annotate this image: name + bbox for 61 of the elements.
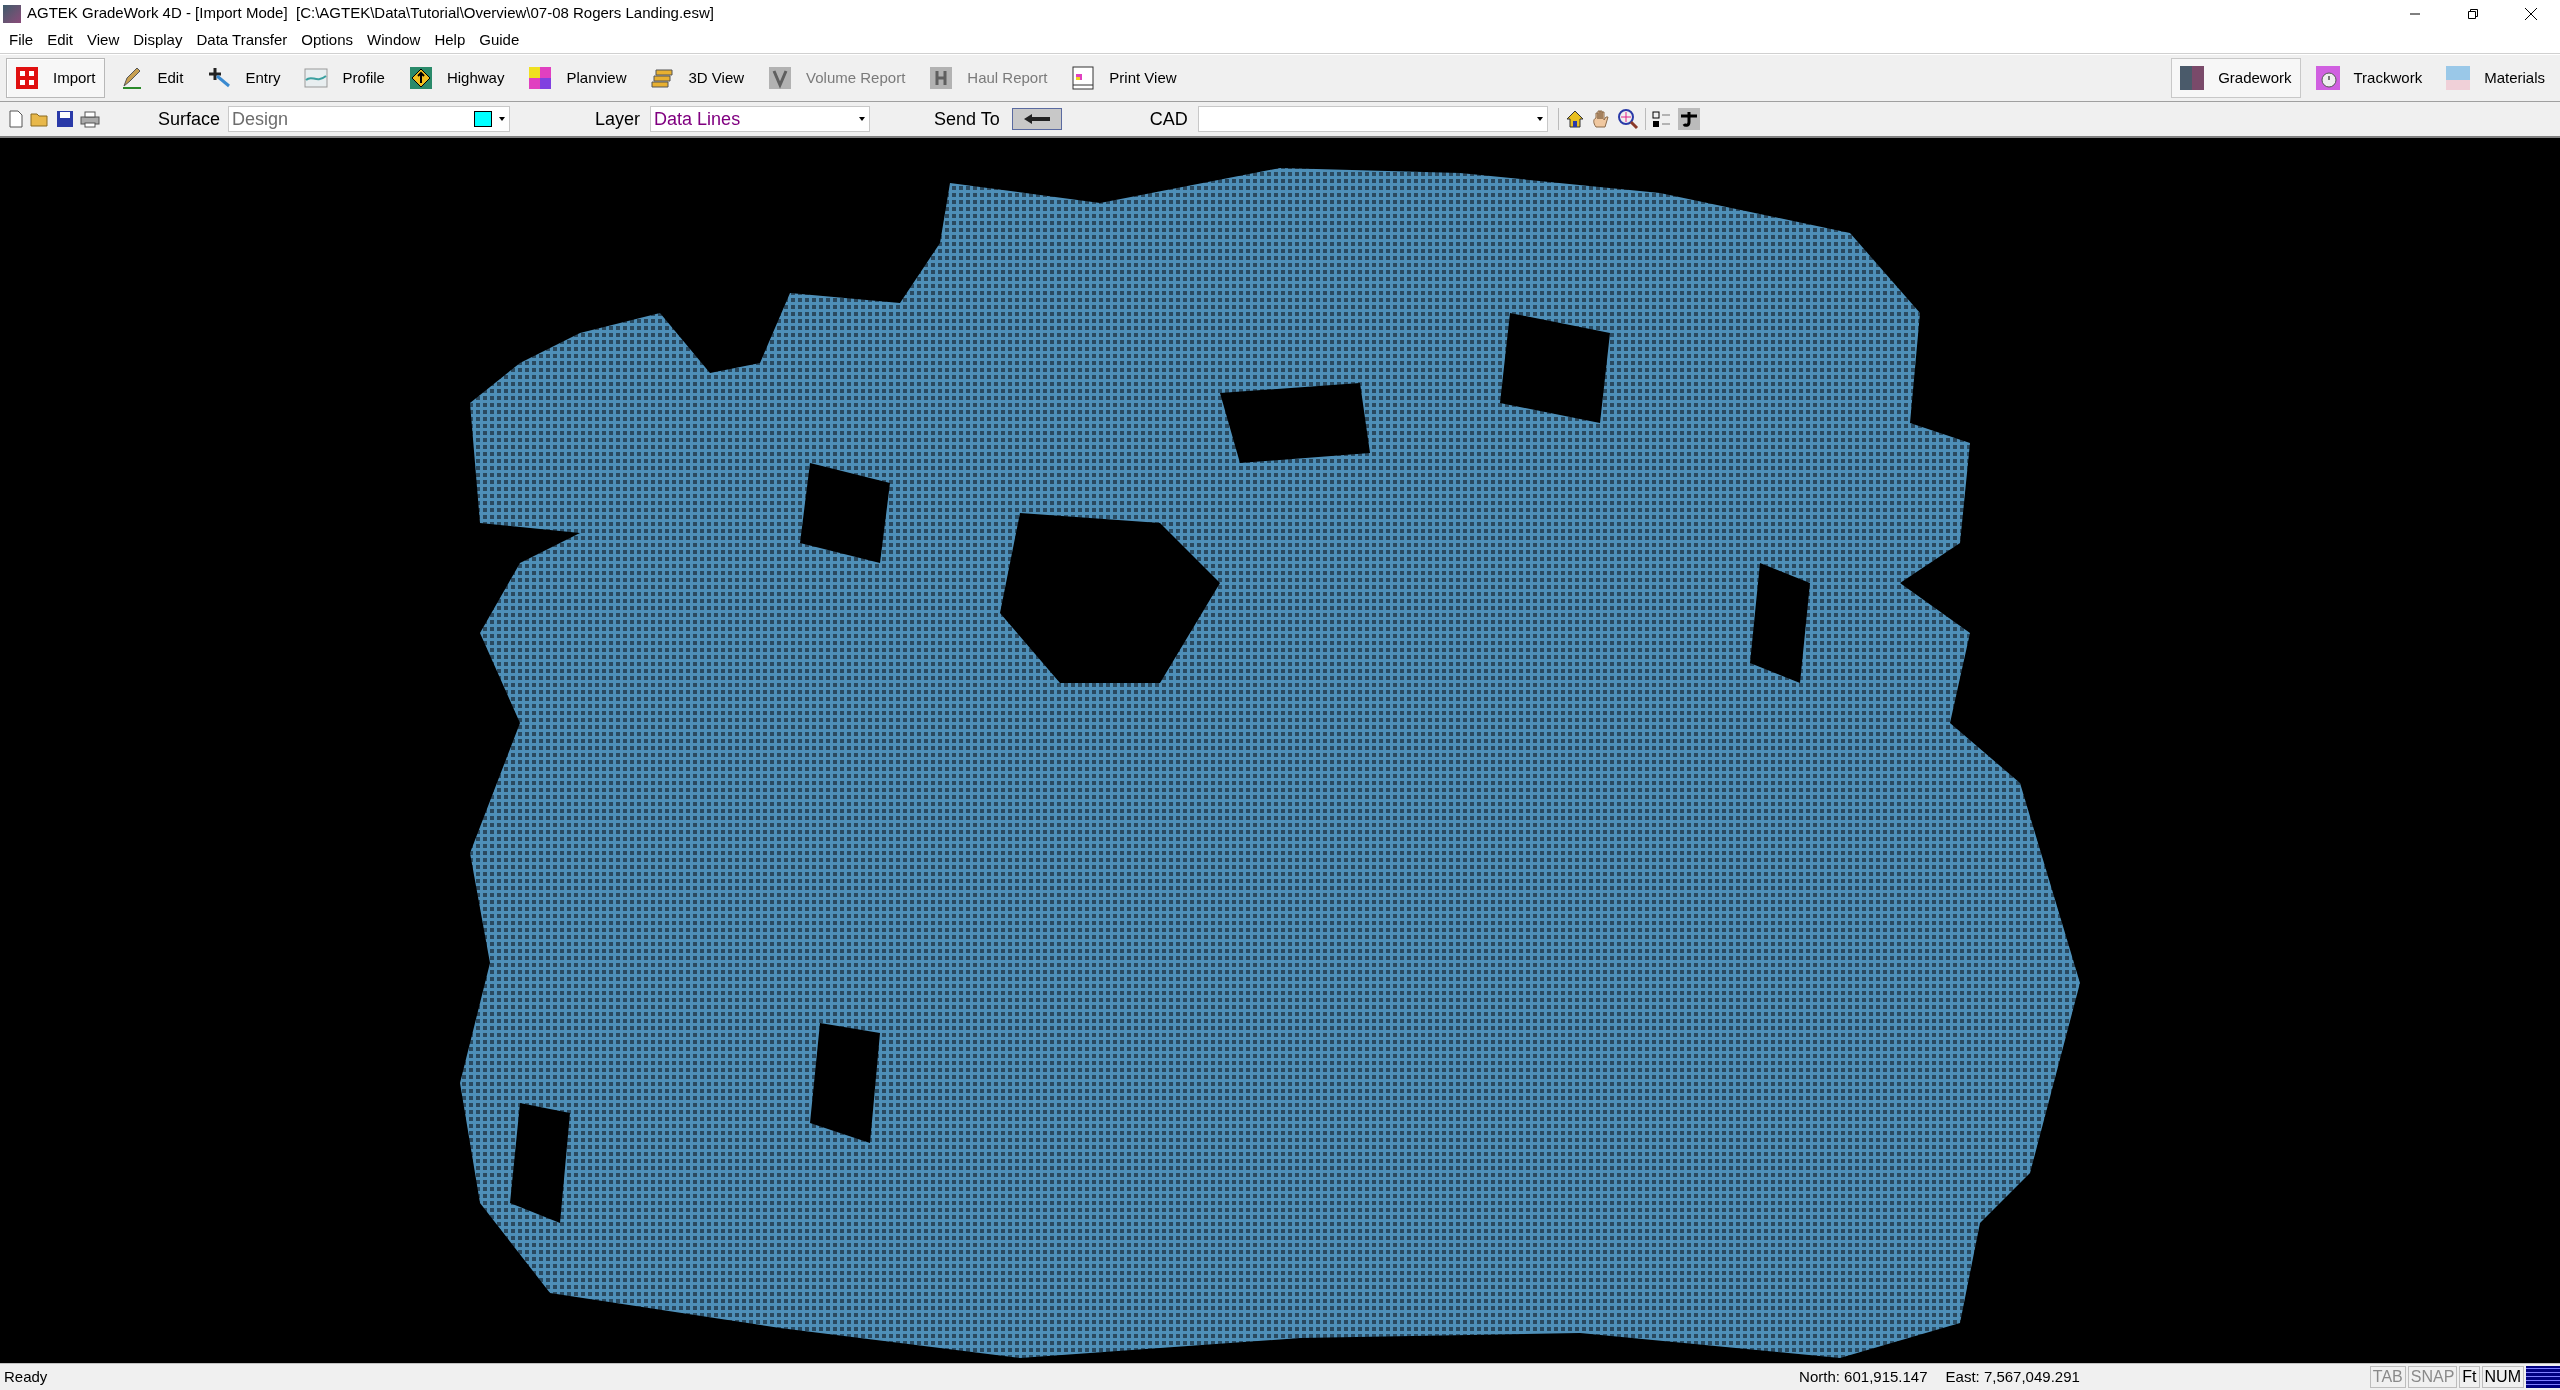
road-sign-icon (408, 66, 433, 90)
menu-item[interactable]: File (2, 28, 41, 52)
cut-tool-icon[interactable] (1677, 108, 1700, 130)
layers-icon (650, 66, 675, 90)
mode-button[interactable]: Import (6, 58, 105, 98)
profile-chart-icon (304, 66, 329, 90)
open-folder-icon[interactable] (30, 110, 50, 128)
print-icon[interactable] (80, 110, 100, 128)
east-coordinate: East: 7,567,049.291 (1945, 1366, 2080, 1387)
cross-tool-icon (207, 66, 232, 90)
app-icon (3, 4, 21, 23)
mode-button[interactable]: Planview (519, 58, 636, 98)
close-icon (2524, 6, 2538, 21)
house-icon[interactable] (1564, 109, 1585, 129)
product-button[interactable]: Gradework (2171, 58, 2301, 98)
status-indicator: SNAP (2407, 1366, 2458, 1388)
caret-icon (858, 116, 867, 122)
status-indicator: NUM (2481, 1366, 2524, 1388)
mode-button[interactable]: Highway (399, 58, 514, 98)
caret-icon (1535, 116, 1544, 122)
mode-button[interactable]: Edit (110, 58, 193, 98)
menu-item[interactable]: Window (360, 28, 428, 52)
product-button[interactable]: Materials (2437, 58, 2554, 98)
stopwatch-icon (2315, 66, 2340, 90)
hand-icon[interactable] (1590, 109, 1611, 129)
volume-v-icon (768, 66, 793, 90)
send-to-button[interactable] (1011, 108, 1062, 130)
mode-button[interactable]: Print View (1062, 58, 1186, 98)
mode-button[interactable]: 3D View (641, 58, 754, 98)
menu-item[interactable]: Data Transfer (189, 28, 295, 52)
mode-button[interactable]: Entry (198, 58, 290, 98)
layer-dropdown[interactable]: Data Lines (650, 106, 871, 132)
planview-icon (528, 66, 553, 90)
cad-label: CAD (1149, 107, 1188, 131)
menu-item[interactable]: Help (427, 28, 473, 52)
grid-icon (15, 66, 39, 90)
haul-h-icon (929, 66, 954, 90)
page-preview-icon (1071, 66, 1096, 90)
menu-item[interactable]: Edit (40, 28, 81, 52)
layer-label: Layer (595, 107, 641, 131)
product-button[interactable]: Trackwork (2306, 58, 2432, 98)
status-message: Ready (4, 1366, 48, 1387)
new-file-icon[interactable] (8, 110, 24, 128)
checklist-icon[interactable] (1651, 109, 1672, 129)
caret-icon (498, 116, 507, 122)
status-indicator: TAB (2369, 1366, 2406, 1388)
surface-dropdown[interactable]: Design (228, 106, 511, 132)
status-grip (2526, 1366, 2560, 1388)
north-coordinate: North: 601,915.147 (1799, 1366, 1928, 1387)
menu-item[interactable]: Options (294, 28, 361, 52)
menu-item[interactable]: Guide (472, 28, 527, 52)
mode-button[interactable]: Profile (295, 58, 394, 98)
window-title: AGTEK GradeWork 4D - [Import Mode] [C:\AGTEK\Data\Tutorial\Overview\07-08 Rogers Landing.esw] (27, 3, 714, 24)
send-to-label: Send To (934, 107, 1000, 131)
menu-item[interactable]: View (80, 28, 127, 52)
menu-item[interactable]: Display (126, 28, 190, 52)
restore-icon (2467, 7, 2479, 20)
zoom-window-icon[interactable] (1616, 108, 1639, 130)
status-indicator: Ft (2459, 1366, 2480, 1388)
surface-label: Surface (158, 107, 221, 131)
save-icon[interactable] (56, 110, 74, 128)
